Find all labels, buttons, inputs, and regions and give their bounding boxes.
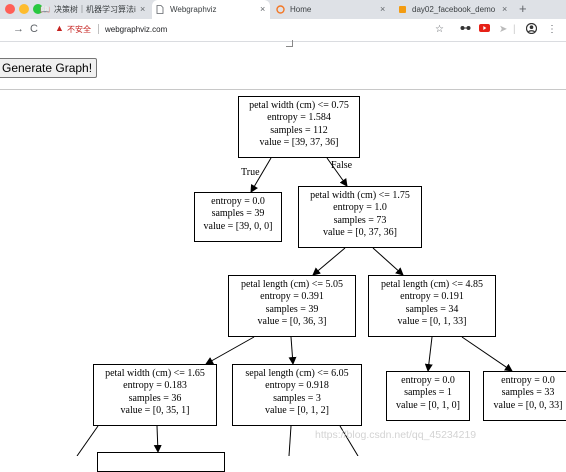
reload-icon[interactable]: C: [30, 22, 38, 36]
tree-edge: [372, 247, 404, 276]
minimize-window-button[interactable]: [19, 4, 29, 14]
tree-edge: [288, 425, 292, 456]
security-label[interactable]: 不安全: [67, 23, 91, 36]
node-text-line: samples = 39: [211, 208, 265, 220]
node-text-line: value = [0, 35, 1]: [120, 405, 190, 417]
incognito-icon[interactable]: [460, 23, 471, 36]
tab-close-icon[interactable]: ×: [260, 0, 265, 19]
node-text-line: entropy = 1.0: [333, 202, 387, 214]
node-text-line: entropy = 0.918: [265, 380, 329, 392]
textarea-resize-handle[interactable]: [286, 40, 293, 47]
node-text-line: entropy = 0.183: [123, 380, 187, 392]
node-text-line: value = [39, 0, 0]: [203, 220, 273, 232]
book-icon: 📖: [40, 5, 50, 14]
node-text-line: samples = 73: [333, 214, 387, 226]
new-tab-button[interactable]: +: [519, 0, 527, 18]
tab-label: day02_facebook_demo: [412, 5, 496, 14]
youtube-extension-icon[interactable]: [479, 23, 490, 36]
tree-node: petal length (cm) <= 4.85 entropy = 0.191…: [368, 275, 496, 337]
tree-node: petal width (cm) <= 1.75 entropy = 1.0 sam…: [298, 186, 422, 248]
node-text-line: entropy = 0.0: [501, 375, 555, 386]
tree-node: sepal length (cm) <= 6.05 entropy = 0.918…: [232, 364, 362, 426]
node-text-line: value = [0, 1, 33]: [397, 316, 467, 328]
jupyter-icon: [276, 5, 286, 14]
warning-icon: ▲: [55, 23, 64, 33]
menu-kebab-icon[interactable]: ⋮: [547, 23, 557, 36]
tab-label: Home: [290, 5, 312, 14]
tab-label: Webgraphviz: [170, 5, 217, 14]
toolbar-divider: |: [513, 24, 516, 35]
node-text-line: value = [0, 36, 3]: [257, 316, 327, 328]
star-icon[interactable]: ☆: [435, 23, 444, 36]
edge-label-true: True: [241, 167, 260, 178]
tab-close-icon[interactable]: ×: [380, 0, 385, 19]
divider: [98, 24, 99, 34]
tab-home[interactable]: Home ×: [272, 0, 390, 19]
tree-edge: [312, 247, 346, 276]
node-text-line: entropy = 1.584: [267, 112, 331, 124]
node-text-line: value = [39, 37, 36]: [259, 137, 339, 149]
notebook-icon: [398, 5, 408, 14]
tab-close-icon[interactable]: ×: [140, 0, 145, 19]
tab-label: 决策树｜机器学习算法i: [54, 5, 136, 14]
node-text-line: value = [0, 1, 0]: [396, 399, 460, 411]
account-icon[interactable]: [525, 22, 538, 38]
tree-edge: [76, 425, 99, 456]
node-text-line: petal length (cm) <= 5.05: [240, 279, 344, 290]
node-text-line: samples = 33: [501, 387, 555, 399]
node-text-line: petal width (cm) <= 0.75: [249, 100, 349, 111]
node-text-line: samples = 36: [128, 392, 182, 404]
tree-node-leaf: entropy = 0.0 samples = 1 value = [0, 1, 0…: [386, 371, 470, 421]
tree-edge: [288, 336, 297, 365]
generate-graph-button[interactable]: Generate Graph!: [0, 58, 98, 78]
tree-node: petal length (cm) <= 5.05 entropy = 0.391…: [228, 275, 356, 337]
tree-node: [97, 452, 225, 472]
node-text-line: entropy = 0.191: [400, 291, 464, 303]
tab-decision-tree[interactable]: 📖 决策树｜机器学习算法i ×: [36, 0, 150, 19]
node-text-line: petal length (cm) <= 4.85: [380, 279, 484, 290]
close-window-button[interactable]: [5, 4, 15, 14]
toolbar: → C ▲ 不安全 webgraphviz.com ☆ ➤ | ⋮: [0, 19, 566, 42]
tree-node-leaf: entropy = 0.0 samples = 33 value = [0, 0, …: [483, 371, 566, 421]
node-text-line: samples = 112: [270, 124, 328, 136]
tab-close-icon[interactable]: ×: [502, 0, 507, 19]
node-text-line: samples = 34: [405, 303, 459, 315]
tree-node-root: petal width (cm) <= 0.75 entropy = 1.584 s…: [238, 96, 360, 158]
address-bar[interactable]: ▲ 不安全 webgraphviz.com: [42, 22, 452, 38]
tree-edge: [461, 336, 513, 372]
decision-tree-graph: petal width (cm) <= 0.75 entropy = 1.584 s…: [0, 90, 566, 472]
node-text-line: value = [0, 37, 36]: [323, 227, 397, 239]
node-text-line: value = [0, 0, 33]: [493, 399, 563, 411]
node-text-line: value = [0, 1, 2]: [265, 405, 329, 417]
node-text-line: entropy = 0.391: [260, 291, 324, 303]
send-extension-icon[interactable]: ➤: [499, 23, 507, 36]
tree-edge: [205, 336, 255, 365]
node-text-line: samples = 39: [265, 303, 319, 315]
tab-strip: 📖 决策树｜机器学习算法i × Webgraphviz × Home × day…: [0, 0, 566, 19]
tree-edge: [153, 425, 162, 453]
watermark: https://blog.csdn.net/qq_45234219: [315, 429, 477, 441]
node-text-line: petal width (cm) <= 1.75: [310, 190, 410, 201]
tab-facebook-demo[interactable]: day02_facebook_demo ×: [394, 0, 512, 19]
tree-node-leaf: entropy = 0.0 samples = 39 value = [39, 0,…: [194, 192, 282, 242]
edge-label-false: False: [331, 160, 353, 171]
tab-webgraphviz[interactable]: Webgraphviz ×: [152, 0, 270, 19]
node-text-line: entropy = 0.0: [211, 196, 265, 207]
node-text-line: entropy = 0.0: [401, 375, 455, 386]
node-text-line: sepal length (cm) <= 6.05: [245, 368, 349, 379]
page-icon: [156, 5, 166, 14]
url-text[interactable]: webgraphviz.com: [105, 23, 167, 36]
node-text-line: samples = 1: [404, 387, 452, 399]
forward-icon[interactable]: →: [13, 22, 24, 36]
tree-edge: [424, 336, 433, 372]
node-text-line: petal width (cm) <= 1.65: [105, 368, 205, 379]
node-text-line: samples = 3: [273, 392, 321, 404]
tree-node: petal width (cm) <= 1.65 entropy = 0.183 s…: [93, 364, 217, 426]
